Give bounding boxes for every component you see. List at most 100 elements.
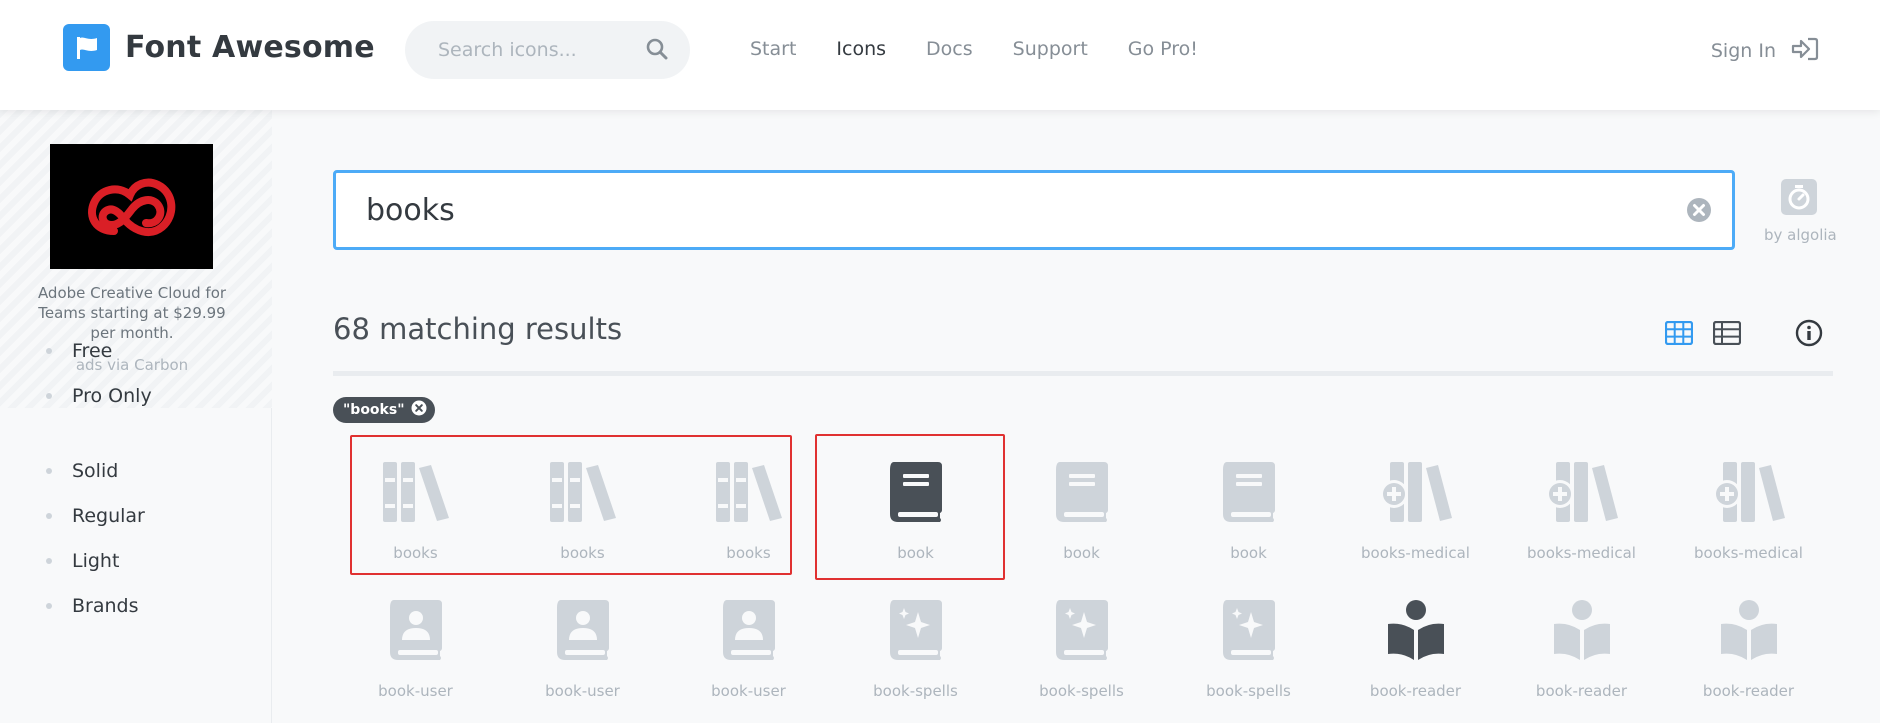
icon-result-book-spells[interactable]: book-spells (999, 598, 1164, 723)
icon-result-books-medical[interactable]: books-medical (1333, 460, 1498, 600)
search-icon[interactable] (646, 38, 668, 64)
filter-brands[interactable]: Brands (46, 595, 139, 617)
view-toggles (1664, 319, 1823, 351)
filter-free[interactable]: Free (46, 340, 112, 362)
results-count: 68 matching results (333, 312, 623, 346)
book-user-icon (721, 598, 777, 666)
icon-result-book-reader[interactable]: book-reader (1499, 598, 1664, 723)
icon-search-value: books (366, 193, 455, 228)
nav-start[interactable]: Start (750, 38, 796, 60)
icon-result-label: book (1063, 544, 1100, 562)
sidebar: Adobe Creative Cloud for Teams starting … (0, 110, 272, 723)
icon-result-label: book-spells (1039, 682, 1124, 700)
icon-result-label: books (393, 544, 438, 562)
icon-search-input[interactable]: books (333, 170, 1735, 250)
filter-regular[interactable]: Regular (46, 505, 145, 527)
nav-gopro[interactable]: Go Pro! (1128, 38, 1198, 60)
icon-result-label: book-user (711, 682, 786, 700)
icon-result-books[interactable]: books (333, 460, 498, 600)
icon-result-label: book-spells (873, 682, 958, 700)
icon-result-label: books (726, 544, 771, 562)
filter-label: Light (72, 550, 120, 572)
sign-in-link[interactable]: Sign In (1711, 36, 1820, 66)
icon-result-book-spells[interactable]: book-spells (1166, 598, 1331, 723)
book-user-icon (388, 598, 444, 666)
icon-result-label: book (1230, 544, 1267, 562)
list-view-icon[interactable] (1712, 320, 1742, 349)
filter-bullet (46, 558, 52, 564)
icon-result-label: book-spells (1206, 682, 1291, 700)
algolia-badge[interactable]: by algolia (1764, 178, 1837, 244)
icon-result-book-reader[interactable]: book-reader (1666, 598, 1831, 723)
search-tag-label: "books" (343, 402, 405, 418)
icon-result-books-medical[interactable]: books-medical (1666, 460, 1831, 600)
icon-result-book[interactable]: book (1166, 460, 1331, 600)
header-search-input[interactable]: Search icons... (405, 21, 690, 79)
icon-result-label: book-reader (1369, 682, 1462, 700)
book-icon (1221, 460, 1277, 528)
book-user-icon (555, 598, 611, 666)
book-icon (888, 460, 944, 528)
books-icon (381, 460, 451, 528)
filter-label: Pro Only (72, 385, 152, 407)
icon-result-books[interactable]: books (500, 460, 665, 600)
nav-support[interactable]: Support (1013, 38, 1088, 60)
filter-pro-only[interactable]: Pro Only (46, 385, 152, 407)
icon-result-label: books (560, 544, 605, 562)
filter-bullet (46, 468, 52, 474)
icon-result-label: books-medical (1361, 544, 1470, 562)
icon-result-book[interactable]: book (833, 460, 998, 600)
ad-text[interactable]: Adobe Creative Cloud for Teams starting … (32, 283, 232, 343)
icon-result-label: book-reader (1535, 682, 1628, 700)
book-icon (1054, 460, 1110, 528)
book-reader-icon (1384, 598, 1448, 666)
search-tag-chip[interactable]: "books" (333, 397, 435, 423)
books-icon (548, 460, 618, 528)
book-reader-icon (1717, 598, 1781, 666)
carbon-ad[interactable]: Adobe Creative Cloud for Teams starting … (0, 110, 272, 408)
remove-tag-icon[interactable] (411, 400, 427, 420)
brand-name: Font Awesome (125, 30, 375, 65)
books-medical-icon (1378, 460, 1454, 528)
icon-result-label: book-user (545, 682, 620, 700)
filter-label: Solid (72, 460, 119, 482)
header-search-placeholder: Search icons... (438, 39, 577, 61)
book-spells-icon (1054, 598, 1110, 666)
icon-result-book-user[interactable]: book-user (666, 598, 831, 723)
flag-icon (63, 24, 110, 71)
brand-logo[interactable]: Font Awesome (63, 24, 375, 71)
icon-result-book-user[interactable]: book-user (333, 598, 498, 723)
info-icon[interactable] (1795, 319, 1823, 351)
books-icon (714, 460, 784, 528)
icon-result-books-medical[interactable]: books-medical (1499, 460, 1664, 600)
icon-result-book-user[interactable]: book-user (500, 598, 665, 723)
filter-bullet (46, 603, 52, 609)
sign-in-label: Sign In (1710, 40, 1776, 62)
main-nav: Start Icons Docs Support Go Pro! (750, 38, 1238, 60)
book-spells-icon (1221, 598, 1277, 666)
icon-result-label: books-medical (1694, 544, 1803, 562)
icon-result-book-spells[interactable]: book-spells (833, 598, 998, 723)
icon-result-label: book-user (378, 682, 453, 700)
nav-docs[interactable]: Docs (926, 38, 973, 60)
algolia-icon (1780, 179, 1818, 220)
book-spells-icon (888, 598, 944, 666)
grid-view-icon[interactable] (1664, 320, 1694, 349)
nav-icons[interactable]: Icons (836, 38, 886, 60)
icon-result-label: books-medical (1527, 544, 1636, 562)
filter-light[interactable]: Light (46, 550, 119, 572)
filter-bullet (46, 348, 52, 354)
icon-result-books[interactable]: books (666, 460, 831, 600)
creative-cloud-logo[interactable] (50, 144, 213, 269)
top-header: Font Awesome Search icons... Start Icons D… (0, 0, 1880, 110)
icon-result-book-reader[interactable]: book-reader (1333, 598, 1498, 723)
filter-solid[interactable]: Solid (46, 460, 118, 482)
sign-in-icon (1790, 36, 1820, 66)
icon-result-label: book (897, 544, 934, 562)
clear-search-icon[interactable] (1686, 197, 1712, 227)
filter-label: Regular (72, 505, 145, 527)
filter-label: Free (72, 340, 113, 362)
books-medical-icon (1711, 460, 1787, 528)
icon-result-book[interactable]: book (999, 460, 1164, 600)
filter-label: Brands (72, 595, 139, 617)
